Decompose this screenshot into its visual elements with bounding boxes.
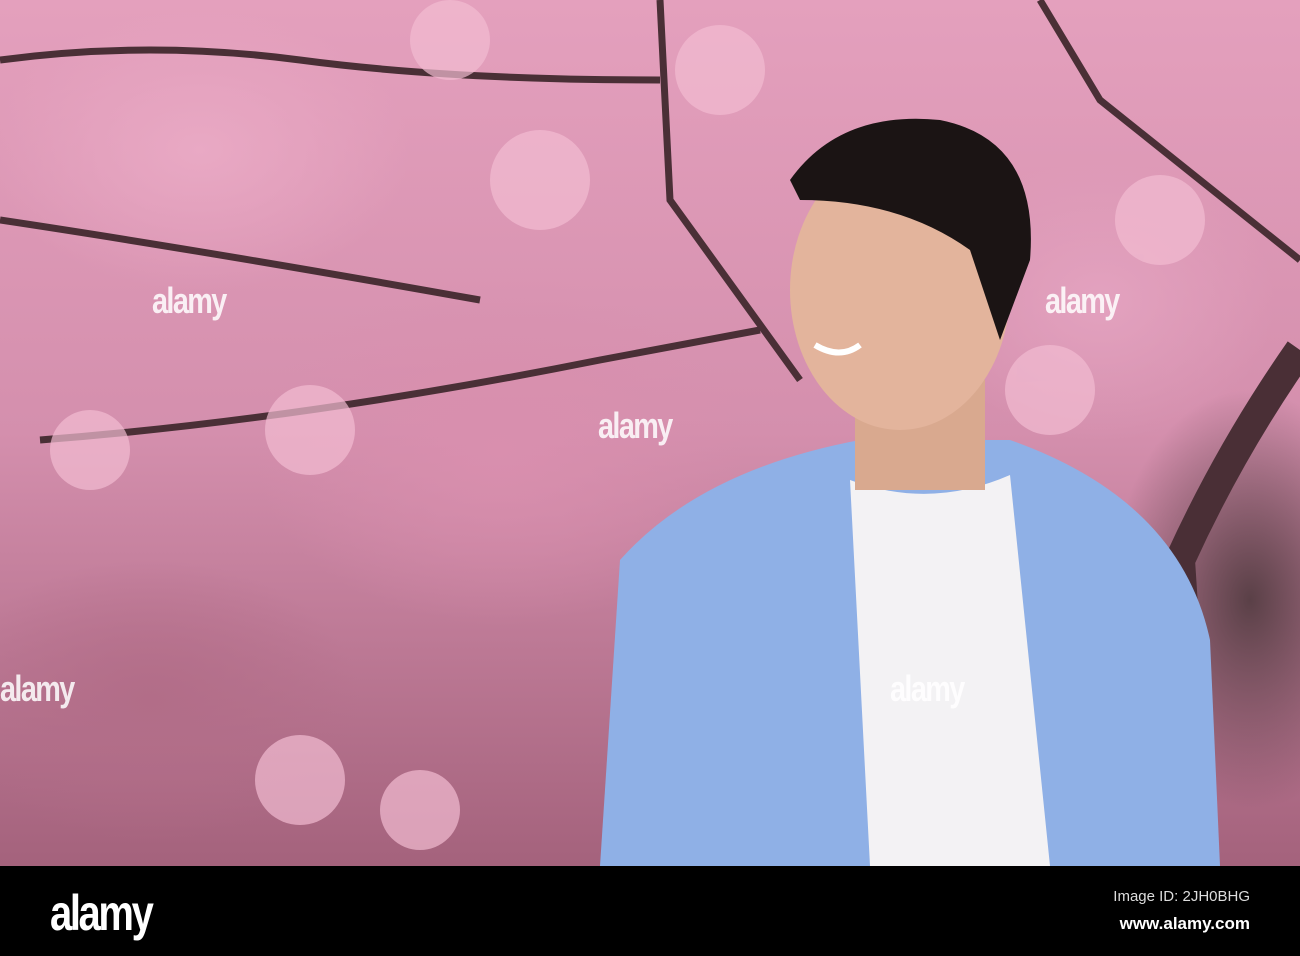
stock-photo-man-under-cherry-blossoms: alamy alamy alamy alamy alamy	[0, 0, 1300, 866]
watermark: alamy	[1045, 280, 1120, 321]
website-link[interactable]: www.alamy.com	[1120, 914, 1250, 934]
alamy-logo: alamy	[50, 885, 154, 941]
footer-bar: alamy Image ID: 2JH0BHG www.alamy.com	[0, 866, 1300, 956]
image-id: Image ID: 2JH0BHG	[1113, 888, 1250, 905]
watermark: alamy	[0, 668, 75, 709]
watermark: alamy	[890, 668, 965, 709]
watermark: alamy	[598, 405, 673, 446]
watermark: alamy	[152, 280, 227, 321]
